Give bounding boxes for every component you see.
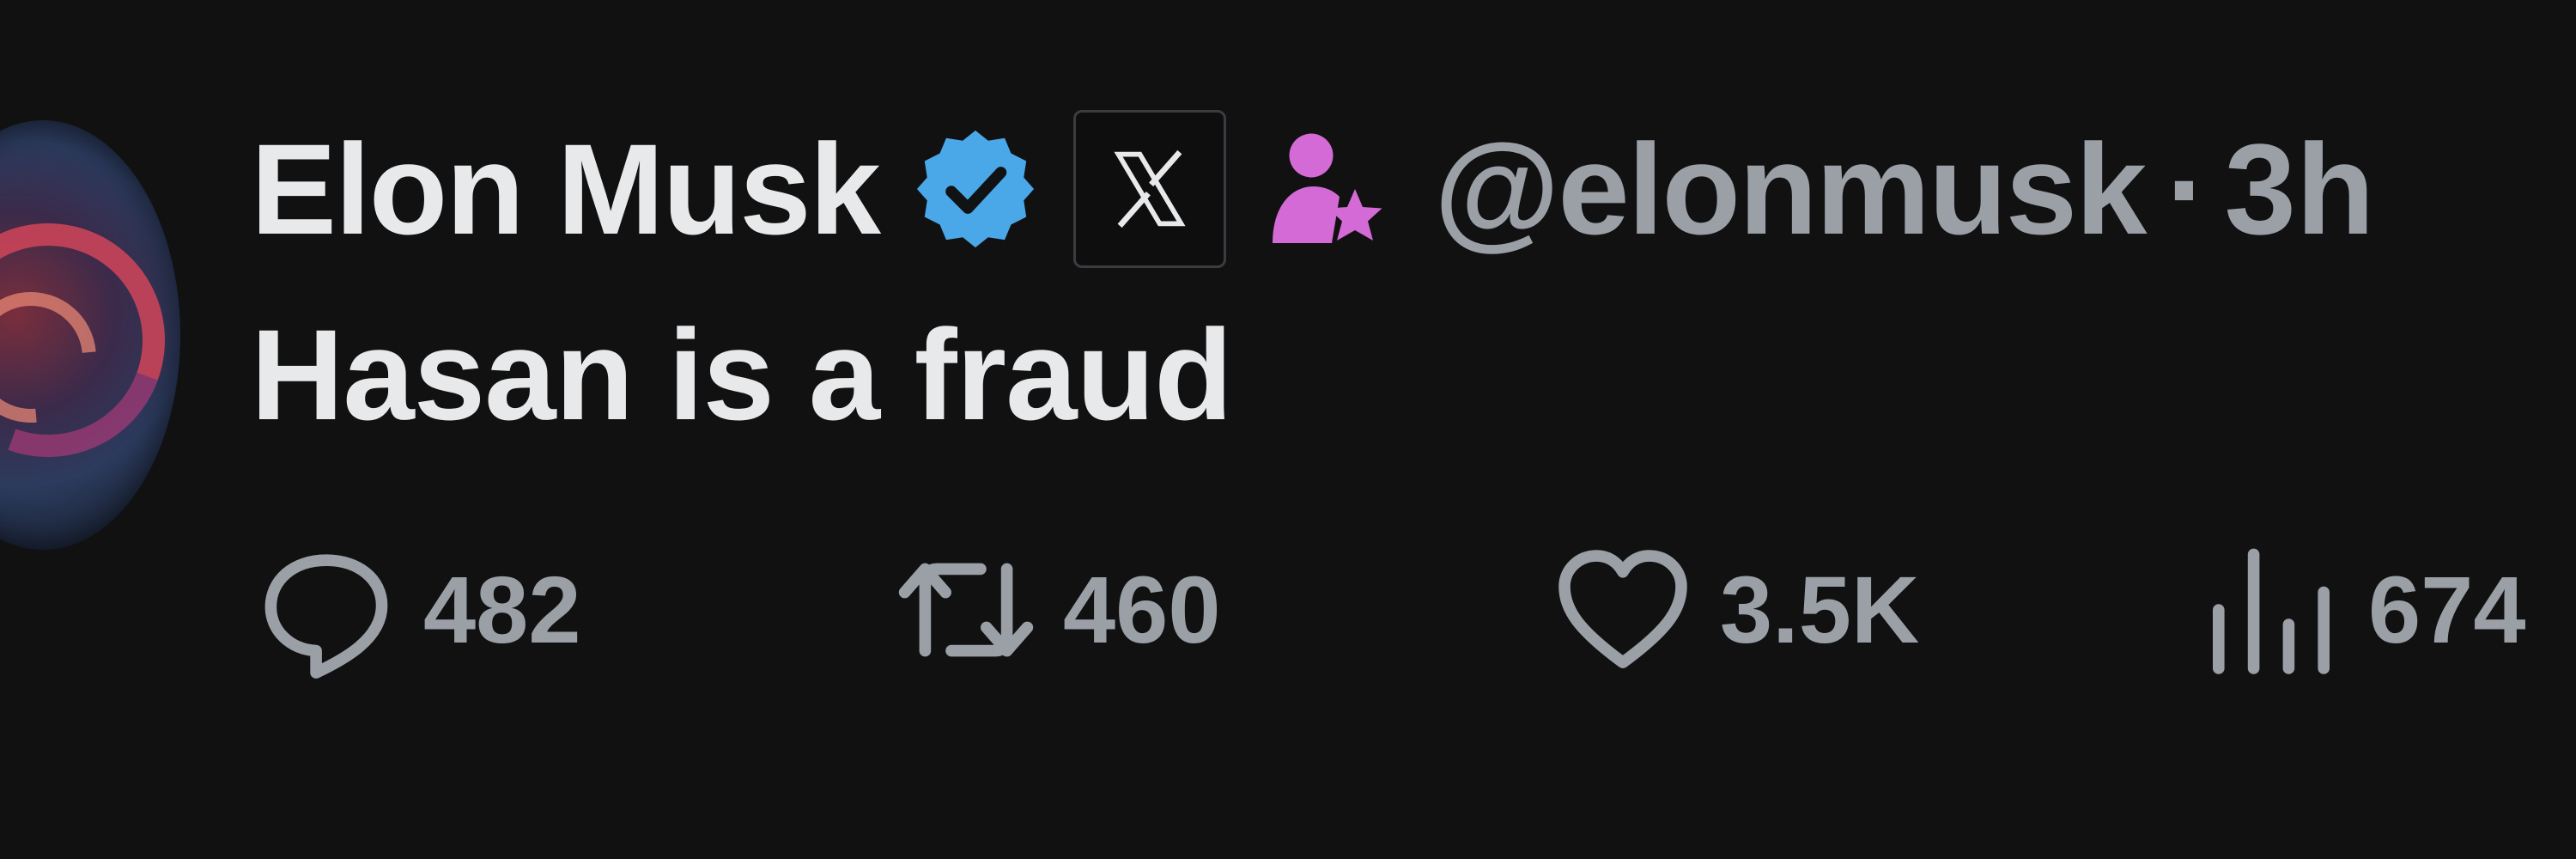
author-handle[interactable]: @elonmusk bbox=[1434, 115, 2147, 264]
reply-icon bbox=[264, 554, 388, 679]
avatar[interactable] bbox=[0, 120, 180, 550]
views-chart-icon bbox=[2213, 548, 2330, 674]
author-display-name[interactable]: Elon Musk bbox=[251, 115, 881, 264]
tweet-actions: 482 460 3.5K 674 bbox=[0, 548, 2576, 679]
creator-star-icon[interactable] bbox=[1262, 125, 1391, 253]
tweet-text: Hasan is a fraud bbox=[251, 302, 1233, 447]
tweet-timestamp[interactable]: 3h bbox=[2225, 115, 2375, 264]
views-count: 674 bbox=[2368, 557, 2526, 663]
verified-badge-icon[interactable] bbox=[912, 125, 1039, 253]
retweet-button[interactable]: 460 bbox=[893, 550, 1221, 670]
retweet-count: 460 bbox=[1063, 557, 1221, 663]
retweet-icon bbox=[898, 563, 1034, 657]
heart-icon bbox=[1558, 550, 1687, 668]
affiliation-badge[interactable] bbox=[1073, 110, 1227, 268]
tweet-header: Elon Musk @elonmusk · 3h bbox=[251, 103, 2375, 275]
like-count: 3.5K bbox=[1720, 557, 1920, 663]
reply-button[interactable]: 482 bbox=[253, 550, 581, 679]
x-logo-icon bbox=[1114, 149, 1186, 228]
separator-dot: · bbox=[2166, 116, 2209, 261]
reply-count: 482 bbox=[423, 557, 581, 663]
like-button[interactable]: 3.5K bbox=[1550, 550, 1919, 670]
views-button[interactable]: 674 bbox=[2198, 548, 2526, 674]
